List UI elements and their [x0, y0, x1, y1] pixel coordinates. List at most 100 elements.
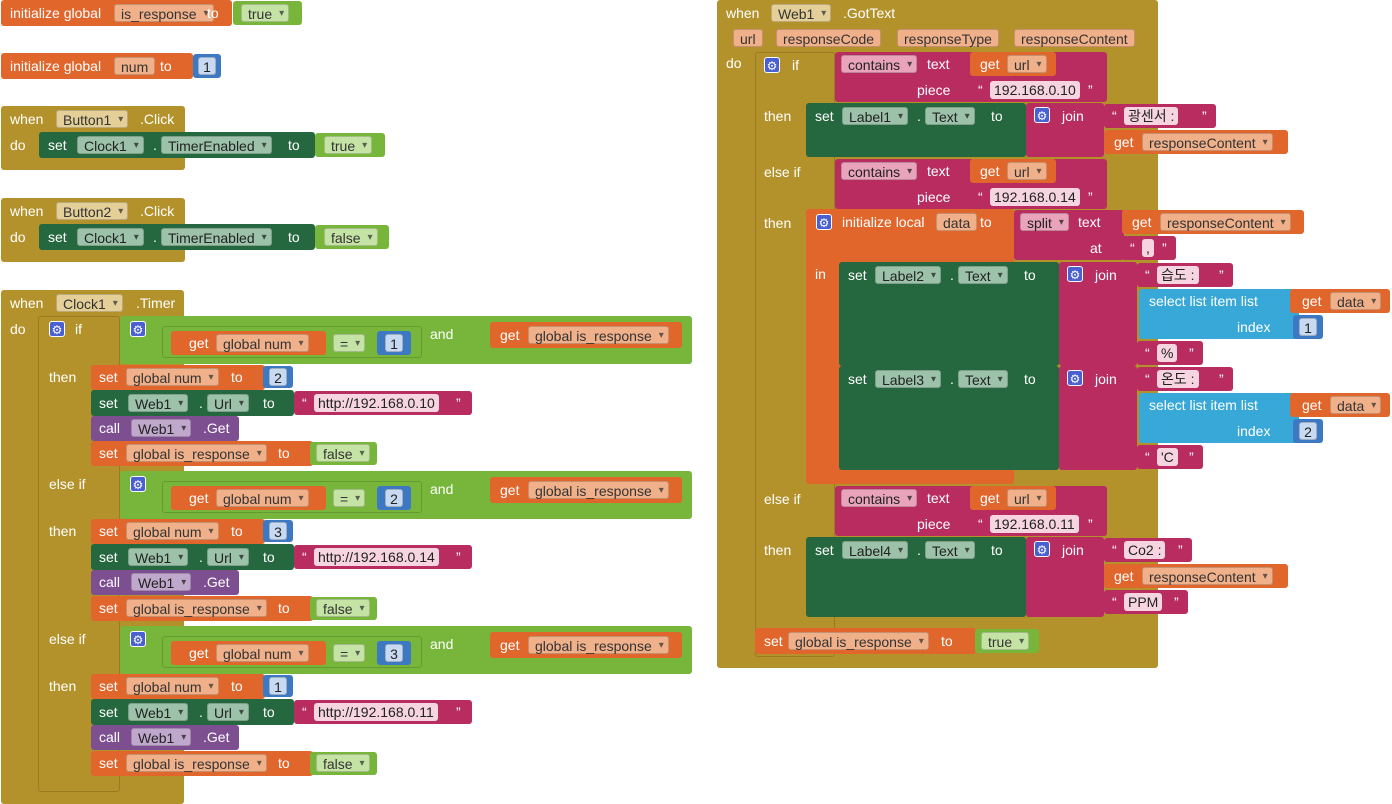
variable-dropdown[interactable]: responseContent — [1160, 213, 1291, 232]
boolean-dropdown[interactable]: false — [324, 228, 378, 247]
set-clock1-timerenabled-block[interactable]: set Clock1 . TimerEnabled to — [39, 224, 315, 250]
set-global-is-response-block[interactable]: set global is_response to — [91, 596, 313, 621]
component-dropdown[interactable]: Clock1 — [77, 136, 144, 155]
split-text-block[interactable]: split text at — [1014, 210, 1124, 260]
select-list-item-block[interactable]: select list item list index — [1139, 393, 1299, 443]
set-label3-text-block[interactable]: set Label3 . Text to — [839, 366, 1059, 470]
operator-dropdown[interactable]: = — [333, 644, 366, 663]
true-value-block[interactable]: true — [233, 1, 302, 25]
mutator-gear-icon[interactable]: ⚙ — [1067, 266, 1083, 282]
mutator-gear-icon[interactable]: ⚙ — [130, 631, 146, 647]
join-block[interactable]: ⚙ join — [1059, 262, 1137, 366]
variable-dropdown[interactable]: data — [1330, 292, 1382, 311]
variable-dropdown[interactable]: global is_response — [528, 636, 669, 655]
and-condition-block[interactable]: ⚙ get global num = 3 and get global is_r… — [120, 626, 692, 674]
split-dropdown[interactable]: split — [1020, 213, 1069, 232]
number-field[interactable]: 2 — [385, 489, 403, 507]
set-web1-url-block[interactable]: set Web1 . Url to — [91, 390, 294, 416]
number-field[interactable]: 3 — [269, 522, 287, 540]
contains-dropdown[interactable]: contains — [841, 489, 918, 508]
variable-dropdown[interactable]: global is_response — [126, 444, 267, 463]
get-responsecontent-block[interactable]: get responseContent — [1104, 564, 1288, 588]
piece-text-block[interactable]: “ 192.168.0.14 ” — [970, 185, 1104, 209]
component-dropdown[interactable]: Clock1 — [77, 228, 144, 247]
call-web1-get-block[interactable]: call Web1 .Get — [91, 570, 239, 595]
variable-dropdown[interactable]: responseContent — [1142, 567, 1273, 586]
init-global-num-block[interactable]: initialize global num to — [1, 53, 193, 79]
prefix-text-block[interactable]: “ 습도 : ” — [1137, 263, 1233, 287]
variable-dropdown[interactable]: global num — [216, 644, 309, 663]
component-dropdown[interactable]: Button1 — [56, 110, 129, 129]
url-text-block[interactable]: “ http://192.168.0.10 ” — [294, 391, 472, 415]
suffix-string-field[interactable]: 'C — [1157, 448, 1178, 466]
and-condition-block[interactable]: ⚙ get global num = 2 and get global is_r… — [120, 471, 692, 519]
get-url-block[interactable]: get url — [970, 486, 1056, 510]
set-web1-url-block[interactable]: set Web1 . Url to — [91, 699, 294, 725]
number-field[interactable]: 1 — [269, 677, 287, 695]
piece-text-block[interactable]: “ 192.168.0.10 ” — [970, 78, 1104, 102]
component-dropdown[interactable]: Button2 — [56, 202, 129, 221]
false-value-block[interactable]: false — [310, 442, 377, 465]
set-global-num-block[interactable]: set global num to — [91, 674, 265, 699]
property-dropdown[interactable]: Url — [207, 548, 249, 567]
number-field[interactable]: 2 — [1299, 422, 1317, 440]
mutator-gear-icon[interactable]: ⚙ — [1034, 541, 1050, 557]
variable-dropdown[interactable]: global num — [126, 677, 219, 696]
url-string-field[interactable]: http://192.168.0.14 — [314, 548, 439, 566]
boolean-dropdown[interactable]: true — [324, 136, 373, 155]
prefix-string-field[interactable]: 온도 : — [1157, 370, 1199, 388]
component-dropdown[interactable]: Label1 — [842, 107, 909, 126]
compare-equal-block[interactable]: get global num = 1 — [162, 326, 422, 358]
boolean-dropdown[interactable]: false — [316, 444, 370, 463]
component-dropdown[interactable]: Web1 — [131, 728, 192, 747]
mutator-gear-icon[interactable]: ⚙ — [130, 321, 146, 337]
variable-dropdown[interactable]: responseContent — [1142, 133, 1273, 152]
prefix-string-field[interactable]: 습도 : — [1157, 266, 1199, 284]
url-text-block[interactable]: “ http://192.168.0.11 ” — [294, 700, 472, 724]
property-dropdown[interactable]: Url — [207, 394, 249, 413]
suffix-text-block[interactable]: “ % ” — [1137, 341, 1203, 365]
set-global-num-block[interactable]: set global num to — [91, 519, 265, 544]
join-block[interactable]: ⚙ join — [1026, 537, 1104, 617]
suffix-string-field[interactable]: PPM — [1124, 593, 1163, 611]
event-param-responsecode[interactable]: responseCode — [776, 29, 882, 47]
mutator-gear-icon[interactable]: ⚙ — [816, 214, 832, 230]
get-global-num-block[interactable]: get global num — [171, 486, 326, 510]
set-global-is-response-block[interactable]: set global is_response to — [755, 628, 976, 654]
event-param-responsetype[interactable]: responseType — [897, 29, 999, 47]
property-dropdown[interactable]: Text — [958, 370, 1008, 389]
prefix-string-field[interactable]: 광센서 : — [1124, 107, 1179, 125]
and-condition-block[interactable]: ⚙ get global num = 1 and get global is_r… — [120, 316, 692, 364]
url-string-field[interactable]: http://192.168.0.11 — [314, 703, 438, 721]
variable-dropdown[interactable]: global num — [216, 489, 309, 508]
component-dropdown[interactable]: Web1 — [128, 394, 189, 413]
variable-dropdown[interactable]: global is_response — [126, 754, 267, 773]
set-web1-url-block[interactable]: set Web1 . Url to — [91, 544, 294, 570]
prefix-text-block[interactable]: “ 광센서 : ” — [1104, 104, 1216, 128]
false-value-block[interactable]: false — [310, 752, 377, 775]
component-dropdown[interactable]: Label2 — [875, 266, 942, 285]
contains-dropdown[interactable]: contains — [841, 55, 918, 74]
get-global-num-block[interactable]: get global num — [171, 331, 326, 355]
get-url-block[interactable]: get url — [970, 52, 1056, 76]
boolean-dropdown[interactable]: true — [981, 632, 1030, 651]
suffix-text-block[interactable]: “ PPM ” — [1104, 590, 1188, 614]
compare-equal-block[interactable]: get global num = 3 — [162, 636, 422, 668]
number-block[interactable]: 1 — [377, 331, 411, 355]
number-field[interactable]: 1 — [1299, 318, 1317, 336]
variable-dropdown[interactable]: url — [1007, 489, 1047, 508]
component-dropdown[interactable]: Web1 — [128, 703, 189, 722]
get-responsecontent-block[interactable]: get responseContent — [1122, 210, 1304, 234]
get-data-block[interactable]: get data — [1290, 289, 1390, 313]
suffix-text-block[interactable]: “ 'C ” — [1137, 445, 1203, 469]
component-dropdown[interactable]: Web1 — [131, 419, 192, 438]
compare-equal-block[interactable]: get global num = 2 — [162, 481, 422, 513]
separator-string-field[interactable]: , — [1142, 239, 1154, 257]
true-value-block[interactable]: true — [315, 133, 385, 157]
call-web1-get-block[interactable]: call Web1 .Get — [91, 725, 239, 750]
property-dropdown[interactable]: Text — [925, 107, 975, 126]
get-responsecontent-block[interactable]: get responseContent — [1104, 130, 1288, 154]
component-dropdown[interactable]: Clock1 — [56, 294, 123, 313]
join-block[interactable]: ⚙ join — [1026, 103, 1104, 157]
variable-dropdown[interactable]: global num — [126, 368, 219, 387]
